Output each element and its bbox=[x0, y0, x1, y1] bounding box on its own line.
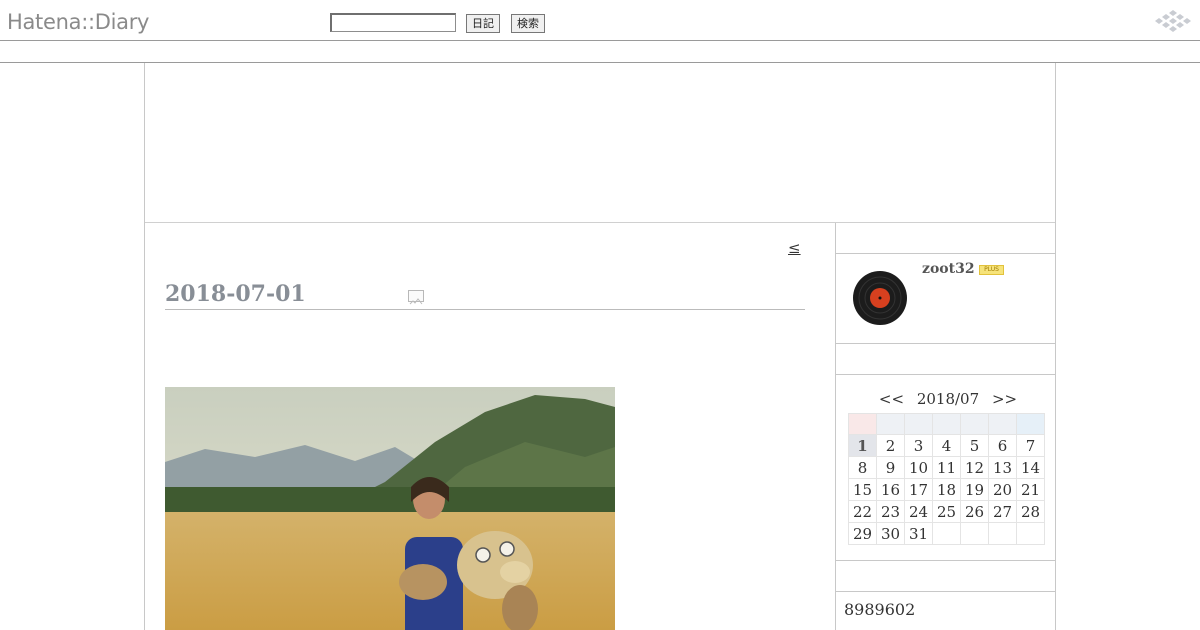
calendar-day: 18 bbox=[932, 478, 961, 501]
calendar-day: 24 bbox=[904, 500, 933, 523]
hatena-diamond-icon[interactable] bbox=[1152, 10, 1194, 36]
calendar-day: 26 bbox=[960, 500, 989, 523]
calendar-week-row: 1 2 3 4 5 6 7 bbox=[848, 434, 1045, 457]
image-icon[interactable] bbox=[408, 290, 424, 305]
sidebar-divider bbox=[836, 374, 1056, 375]
profile-username[interactable]: zoot32 bbox=[922, 261, 975, 277]
calendar-day: 21 bbox=[1016, 478, 1045, 501]
calendar-day: 14 bbox=[1016, 456, 1045, 479]
weekday-cell bbox=[1016, 413, 1045, 435]
calendar-weekday-row bbox=[848, 413, 1045, 435]
calendar-day: 27 bbox=[988, 500, 1017, 523]
calendar-day: 9 bbox=[876, 456, 905, 479]
calendar-week-row: 8 9 10 11 12 13 14 bbox=[848, 456, 1045, 479]
sidebar-divider bbox=[836, 343, 1056, 344]
search-input[interactable] bbox=[330, 13, 456, 32]
entry-date-title[interactable]: 2018-07-01 bbox=[165, 281, 306, 307]
main-content: ≤ 2018-07-01 bbox=[145, 223, 835, 630]
sidebar-divider bbox=[836, 253, 1056, 254]
search-button[interactable]: 検索 bbox=[511, 14, 545, 33]
calendar-prev-link[interactable]: << bbox=[879, 390, 904, 408]
calendar-day: 29 bbox=[848, 522, 877, 545]
calendar-day: 4 bbox=[932, 434, 961, 457]
calendar-day: 7 bbox=[1016, 434, 1045, 457]
sidebar: zoot32 PLUS << 2018/07 >> 1 2 3 4 5 6 7 … bbox=[835, 223, 1056, 630]
top-bar: Hatena::Diary 日記 検索 bbox=[0, 0, 1200, 41]
calendar-day: 28 bbox=[1016, 500, 1045, 523]
calendar-day: 22 bbox=[848, 500, 877, 523]
weekday-cell bbox=[848, 413, 877, 435]
calendar-day: 16 bbox=[876, 478, 905, 501]
calendar-day: 25 bbox=[932, 500, 961, 523]
calendar-day bbox=[988, 522, 1017, 545]
diary-frame: ≤ 2018-07-01 zoot32 PLUS << 2018/07 >> 1… bbox=[144, 63, 1056, 630]
access-counter: 8989602 bbox=[844, 600, 916, 619]
diary-button[interactable]: 日記 bbox=[466, 14, 500, 33]
sidebar-divider bbox=[836, 591, 1056, 592]
calendar-day: 6 bbox=[988, 434, 1017, 457]
weekday-cell bbox=[988, 413, 1017, 435]
calendar-day: 17 bbox=[904, 478, 933, 501]
calendar-day bbox=[932, 522, 961, 545]
calendar-day: 8 bbox=[848, 456, 877, 479]
calendar-day bbox=[960, 522, 989, 545]
prev-entry-link[interactable]: ≤ bbox=[788, 239, 801, 257]
calendar-day: 30 bbox=[876, 522, 905, 545]
weekday-cell bbox=[904, 413, 933, 435]
calendar-day: 20 bbox=[988, 478, 1017, 501]
plus-badge: PLUS bbox=[979, 265, 1004, 275]
calendar-day: 2 bbox=[876, 434, 905, 457]
calendar-week-row: 15 16 17 18 19 20 21 bbox=[848, 478, 1045, 501]
calendar-day: 10 bbox=[904, 456, 933, 479]
calendar-week-row: 29 30 31 bbox=[848, 522, 1045, 545]
calendar-day: 5 bbox=[960, 434, 989, 457]
weekday-cell bbox=[960, 413, 989, 435]
calendar-week-row: 22 23 24 25 26 27 28 bbox=[848, 500, 1045, 523]
vinyl-record-icon[interactable] bbox=[852, 270, 908, 326]
calendar-day: 11 bbox=[932, 456, 961, 479]
calendar-header: << 2018/07 >> bbox=[848, 390, 1048, 408]
calendar-day: 3 bbox=[904, 434, 933, 457]
calendar-day: 23 bbox=[876, 500, 905, 523]
calendar-day: 13 bbox=[988, 456, 1017, 479]
hatena-diary-logo[interactable]: Hatena::Diary bbox=[7, 10, 149, 34]
calendar-day: 19 bbox=[960, 478, 989, 501]
calendar-day: 15 bbox=[848, 478, 877, 501]
sidebar-divider bbox=[836, 560, 1056, 561]
weekday-cell bbox=[876, 413, 905, 435]
weekday-cell bbox=[932, 413, 961, 435]
diary-banner bbox=[145, 63, 1055, 223]
calendar-day: 12 bbox=[960, 456, 989, 479]
entry-photo[interactable] bbox=[165, 387, 615, 630]
calendar-next-link[interactable]: >> bbox=[992, 390, 1017, 408]
date-divider bbox=[165, 309, 805, 310]
calendar-day: 31 bbox=[904, 522, 933, 545]
calendar-day[interactable]: 1 bbox=[848, 434, 877, 457]
calendar-month[interactable]: 2018/07 bbox=[917, 390, 979, 408]
calendar-table: 1 2 3 4 5 6 7 8 9 10 11 12 13 14 15 16 1… bbox=[848, 413, 1045, 545]
calendar-day bbox=[1016, 522, 1045, 545]
